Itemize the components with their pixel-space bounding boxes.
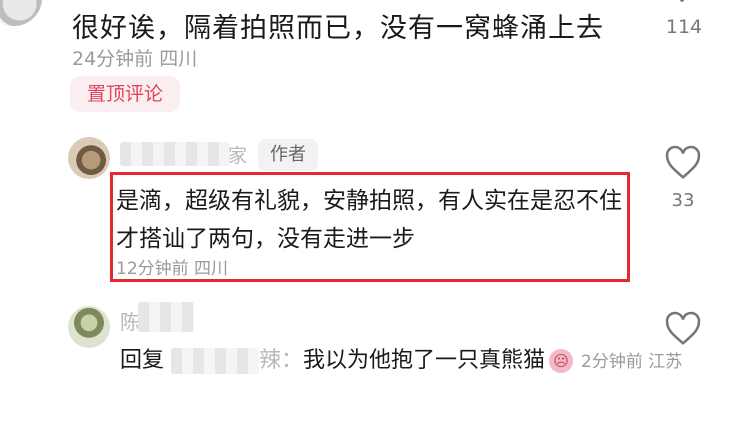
- avatar[interactable]: [68, 137, 110, 179]
- heart-icon[interactable]: [664, 310, 702, 348]
- crying-face-icon: ☹: [549, 349, 574, 373]
- reply-target-tail: 辣：: [259, 348, 304, 373]
- avatar[interactable]: [0, 0, 42, 26]
- username-blurred: [138, 302, 194, 332]
- avatar[interactable]: [68, 306, 110, 348]
- username-tail: 家: [228, 145, 248, 167]
- author-badge: 作者: [258, 139, 318, 171]
- like-count: 33: [671, 190, 695, 211]
- reply-comment: 回复 辣：我以为他抱了一只真熊猫 ☹ 2分钟前 江苏: [120, 342, 682, 381]
- comment-text: 很好诶，隔着拍照而已，没有一窝蜂涌上去: [72, 13, 604, 44]
- comment-text: 是滴，超级有礼貌，安静拍照，有人实在是忍不住才搭讪了两句，没有走进一步: [116, 188, 622, 252]
- reply-prefix: 回复: [120, 348, 165, 373]
- comment-meta: 2分钟前 江苏: [581, 352, 683, 372]
- reply-target-blurred: [171, 348, 260, 374]
- username-char: 陈: [120, 310, 140, 334]
- heart-icon[interactable]: [664, 144, 702, 182]
- pinned-comment-badge: 置顶评论: [70, 76, 180, 112]
- comment-text: 我以为他抱了一只真熊猫: [303, 348, 546, 373]
- comment-meta: 24分钟前 四川: [72, 48, 198, 70]
- like-count: 114: [665, 16, 703, 38]
- username-blurred: [120, 142, 230, 166]
- chevron-down-icon[interactable]: [672, 0, 692, 8]
- comment-meta: 12分钟前 四川: [116, 259, 229, 279]
